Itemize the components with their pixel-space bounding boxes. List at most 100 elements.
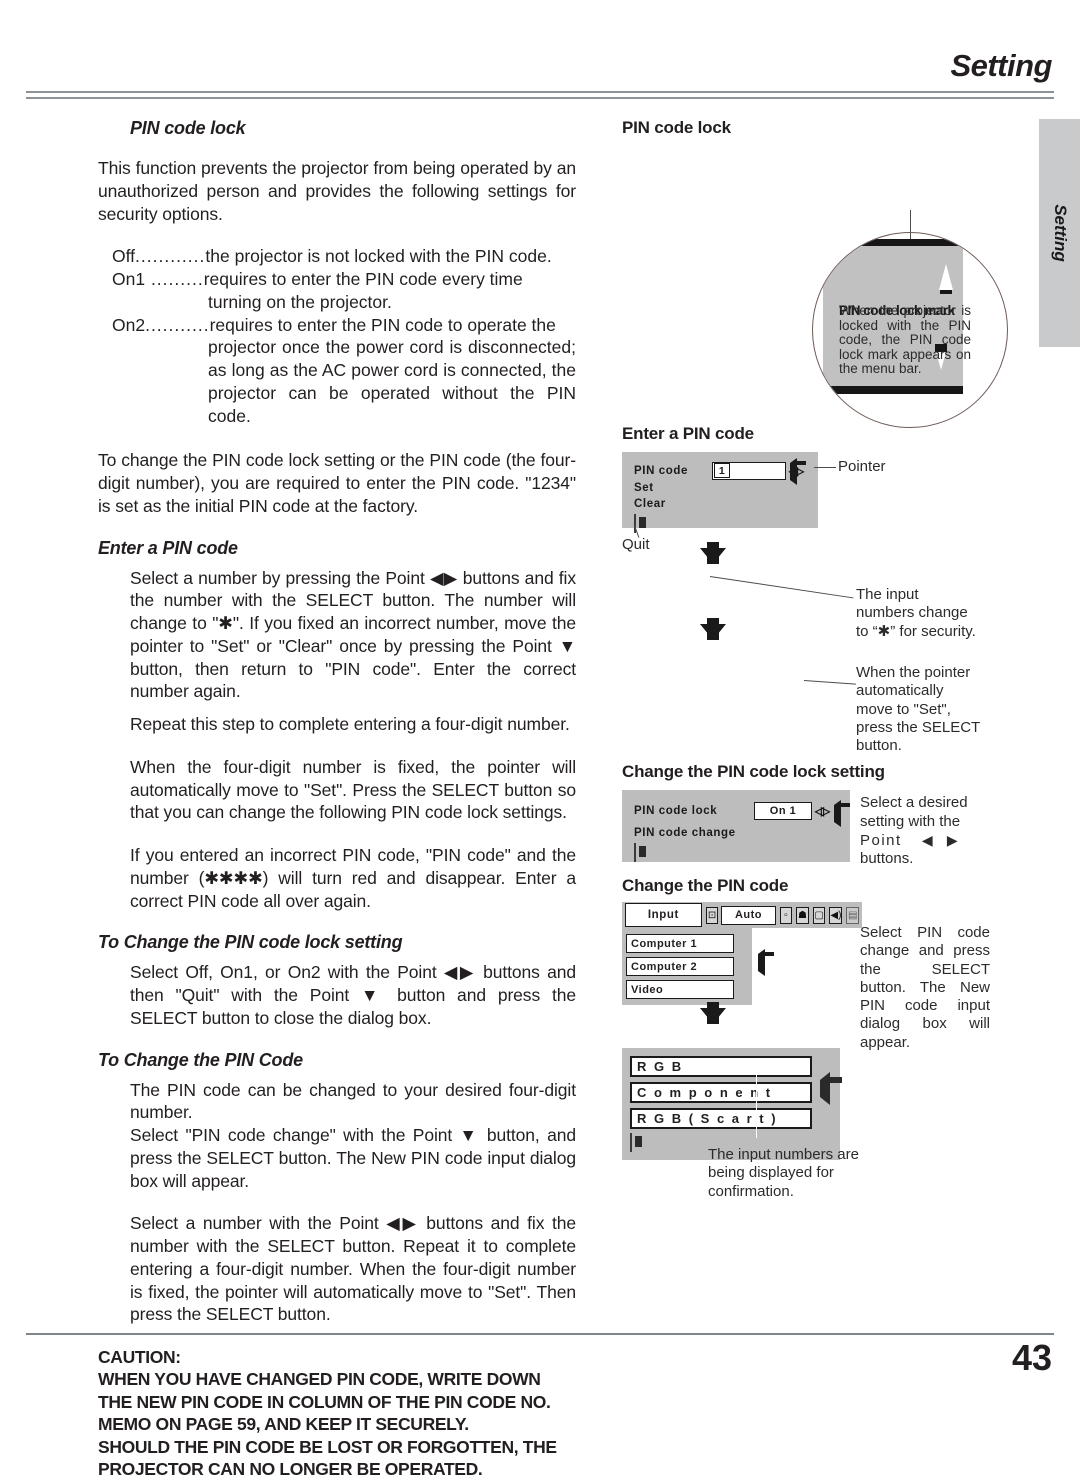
menu-tab-input[interactable]: Input <box>625 903 702 927</box>
paragraph-change-code-3: Select a number with the Point ◀▶ button… <box>130 1213 576 1325</box>
definition-dots: ............ <box>135 246 206 267</box>
enter-pin-dialog-wrap: PIN code 1 ◁▷ Set Clear Pointer Quit <box>622 452 1022 564</box>
label-pointer: Pointer <box>838 458 886 475</box>
paragraph-change-code-1: The PIN code can be changed to your desi… <box>130 1079 576 1123</box>
lock-dialog-wrap: PIN code lock On 1 ◁▷ PIN code change Se… <box>622 790 1022 876</box>
screen-icon[interactable]: ▫ <box>779 906 793 924</box>
figure-menu-bar-magnifier: PIN code lock mark When the projector is… <box>622 152 1022 428</box>
footer-divider <box>26 1333 1054 1335</box>
sound-mute-icon[interactable]: ☗ <box>796 906 809 924</box>
source-menu-wrap: R G B C o m p o n e n t R G B ( S c a r … <box>622 1048 1022 1200</box>
osd-pin-lock-dialog[interactable]: PIN code lock On 1 ◁▷ PIN code change <box>622 790 850 862</box>
selection-pointer-arrow <box>758 949 765 976</box>
definition-row-on1: On1 ......... requires to enter the PIN … <box>112 268 576 291</box>
lock-icon[interactable]: ▤ <box>846 906 860 924</box>
list-item[interactable]: Video <box>626 980 734 999</box>
annotation-leader-line <box>709 576 854 599</box>
magnifier-circle: PIN code lock mark When the projector is… <box>812 232 1008 428</box>
osd-row-pin-code-lock[interactable]: PIN code lock On 1 ◁▷ <box>634 800 850 822</box>
arrow-left-icon <box>758 949 765 976</box>
paragraph-enter-pin-4: If you entered an incorrect PIN code, "P… <box>130 845 576 911</box>
osd-row-clear[interactable]: Clear <box>634 496 818 512</box>
caution-line: SHOULD THE PIN CODE BE LOST OR FORGOTTEN… <box>98 1436 557 1457</box>
list-item[interactable]: Computer 1 <box>626 934 734 953</box>
arrow-left-icon <box>820 1072 830 1105</box>
heading-change-pin-lock-setting: To Change the PIN code lock setting <box>98 932 403 953</box>
osd-enter-pin-dialog[interactable]: PIN code 1 ◁▷ Set Clear <box>622 452 818 533</box>
definition-description: requires to enter the PIN code to operat… <box>209 314 556 335</box>
paragraph-enter-pin-3: When the four-digit number is fixed, the… <box>130 756 576 823</box>
caution-title: CAUTION: <box>98 1347 181 1367</box>
arrow-left-icon <box>834 800 841 827</box>
definition-row-on2: On2 ........... requires to enter the PI… <box>112 314 576 337</box>
left-right-adjust-icon: ◁▷ <box>814 804 830 818</box>
osd-row-pin-code-change[interactable]: PIN code change <box>634 822 850 843</box>
point-right-icon: ▶ <box>946 831 958 848</box>
heading-right-pin-code-lock: PIN code lock <box>622 118 731 137</box>
pin-code-input[interactable]: 1 <box>712 461 786 480</box>
annotation-asterisk-wrap: The input numbers change to “✱” for secu… <box>622 572 1022 654</box>
magnifier-caption: When the projector is locked with the PI… <box>839 303 971 377</box>
right-column: PIN code lock PIN code lock mark When th… <box>622 118 1022 1200</box>
annotation-leader-line <box>803 680 856 685</box>
list-item[interactable]: Computer 2 <box>626 957 734 976</box>
pointer-leader-line <box>814 467 836 468</box>
osd-label-pin-code-lock: PIN code lock <box>634 805 718 817</box>
osd-quit-button[interactable] <box>634 514 818 533</box>
side-tab-label: Setting <box>1050 204 1070 262</box>
paragraph-enter-pin-2: Repeat this step to complete entering a … <box>130 714 570 734</box>
input-menu-wrap: Input ⊡ Auto ▫ ☗ ▢ ◀) ▤ Computer 1 Compu… <box>622 902 1022 1051</box>
osd-quit-button[interactable] <box>634 843 850 862</box>
list-item[interactable]: R G B ( S c a r t ) <box>630 1108 812 1129</box>
paragraph-enter-pin-1: Select a number by pressing the Point ◀▶… <box>130 567 576 702</box>
osd-label-set: Set <box>634 482 654 494</box>
side-tab-setting: Setting <box>1039 119 1080 347</box>
definition-continuation-on2: projector once the power cord is disconn… <box>208 337 576 426</box>
list-item[interactable]: C o m p o n e n t <box>630 1082 812 1103</box>
selection-pointer-arrow <box>820 1072 830 1105</box>
heading-enter-a-pin-code: Enter a PIN code <box>98 537 238 558</box>
definition-description: the projector is not locked with the PIN… <box>205 246 552 267</box>
annotation-line: Point <box>860 831 902 849</box>
point-left-icon: ◀ <box>921 831 933 848</box>
annotation-line: Select a desired <box>860 794 968 811</box>
list-item[interactable]: R G B <box>630 1056 812 1077</box>
quit-icon[interactable] <box>630 1133 632 1152</box>
annotation-line: buttons. <box>860 850 914 868</box>
definition-dots: ........... <box>145 314 210 335</box>
pin-lock-value[interactable]: On 1 <box>754 802 812 820</box>
osd-input-list[interactable]: Computer 1 Computer 2 Video <box>622 928 752 1005</box>
osd-input-menu[interactable]: Input ⊡ Auto ▫ ☗ ▢ ◀) ▤ Computer 1 Compu… <box>622 902 862 1005</box>
annotation-pointer-set: When the pointer automatically move to "… <box>856 664 980 755</box>
definition-term: Off <box>112 246 136 267</box>
paragraph-intro: This function prevents the projector fro… <box>98 158 576 224</box>
caution-block: CAUTION: WHEN YOU HAVE CHANGED PIN CODE,… <box>98 1346 576 1480</box>
caution-line: PROJECTOR CAN NO LONGER BE OPERATED. <box>98 1458 483 1479</box>
quit-icon[interactable] <box>634 843 636 862</box>
definition-term: On2 <box>112 314 146 335</box>
caution-line: WHEN YOU HAVE CHANGED PIN CODE, WRITE DO… <box>98 1369 541 1390</box>
left-column: PIN code lock This function prevents the… <box>98 118 576 1480</box>
annotation-line: setting with the <box>860 812 961 830</box>
heading-change-pin-code-figure: Change the PIN code <box>622 876 789 895</box>
header-divider <box>26 91 1054 99</box>
paragraph-change-code-2: Select "PIN code change" with the Point … <box>130 1125 576 1191</box>
input-source-icon[interactable]: ⊡ <box>705 906 719 924</box>
flow-arrow-down <box>700 618 726 640</box>
pointer-arrow <box>790 458 797 485</box>
auto-field[interactable]: Auto <box>721 905 776 925</box>
annotation-confirmation: The input numbers are being displayed fo… <box>708 1146 859 1200</box>
pin-digit-1[interactable]: 1 <box>714 463 730 478</box>
definition-list: Off ............ the projector is not lo… <box>98 245 576 427</box>
screen-size-icon[interactable]: ▢ <box>812 906 826 924</box>
heading-change-lock-setting-figure: Change the PIN code lock setting <box>622 762 885 781</box>
label-quit: Quit <box>622 536 650 553</box>
annotation-pointer-set-wrap: When the pointer automatically move to "… <box>622 660 1022 762</box>
volume-icon[interactable]: ◀) <box>829 906 843 924</box>
pin-code-lock-mark-icon <box>939 264 953 294</box>
osd-menu-bar[interactable]: Input ⊡ Auto ▫ ☗ ▢ ◀) ▤ <box>622 902 862 928</box>
heading-enter-a-pin-code-figure: Enter a PIN code <box>622 424 754 443</box>
paragraph-change-lock: Select Off, On1, or On2 with the Point ◀… <box>130 962 576 1028</box>
osd-source-list[interactable]: R G B C o m p o n e n t R G B ( S c a r … <box>622 1048 840 1160</box>
annotation-asterisk: The input numbers change to “✱” for secu… <box>856 586 976 640</box>
